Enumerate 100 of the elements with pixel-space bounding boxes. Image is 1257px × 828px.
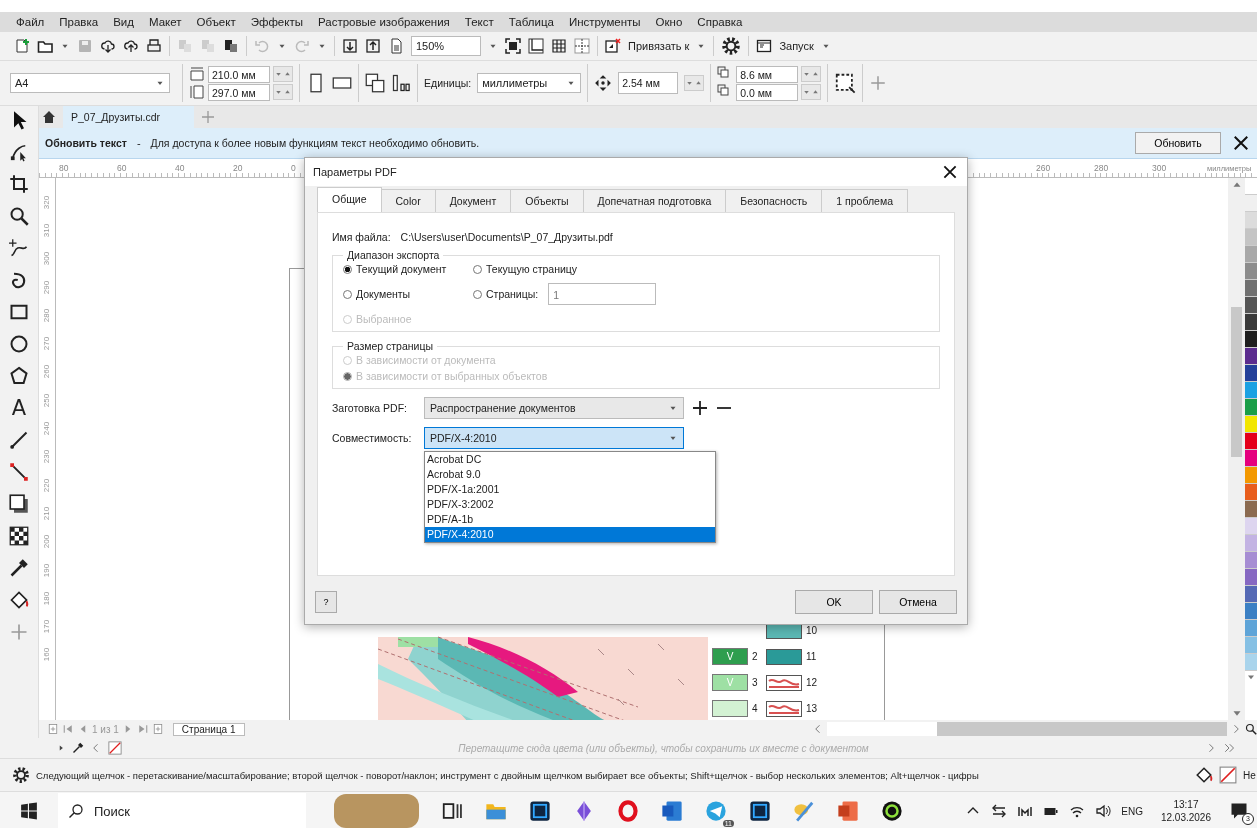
dropdown-option[interactable]: PDF/X-4:2010 [425,527,715,542]
update-button[interactable]: Обновить [1135,132,1221,154]
duplicate-y-field[interactable]: 0.0 мм [736,83,799,101]
menu-item[interactable]: Окно [655,16,683,28]
export-icon[interactable] [365,38,381,54]
checkerboard-icon[interactable] [9,526,29,546]
help-button[interactable]: ? [315,591,337,613]
round-app-icon[interactable] [881,800,903,822]
close-icon[interactable] [941,163,959,181]
language-indicator[interactable]: ENG [1121,805,1143,817]
width-field[interactable]: 210.0 мм [208,65,270,83]
bars-icon[interactable] [391,73,411,93]
document-icon[interactable] [837,800,859,822]
dropdown-option[interactable]: Acrobat 9.0 [425,467,715,482]
scrollbar-thumb[interactable] [937,722,1227,736]
nudge-field[interactable]: 2.54 мм [618,72,679,94]
menu-item[interactable]: Справка [697,16,743,28]
dropdown-option[interactable]: Acrobat DC [425,452,715,467]
menu-item[interactable]: Текст [464,16,494,28]
printer-icon[interactable] [146,38,162,54]
no-fill-icon[interactable] [1219,766,1237,784]
color-swatch[interactable] [1245,263,1257,280]
paste-icon[interactable] [223,38,239,54]
rectangle-icon[interactable] [9,302,29,322]
menu-item[interactable]: Файл [16,16,45,28]
close-icon[interactable] [1231,133,1251,153]
clock-date[interactable]: 12.03.2026 [1160,811,1211,824]
app-tile-icon[interactable] [749,800,771,822]
duplicate-x-field[interactable]: 8.6 мм [736,65,799,83]
first-page-icon[interactable] [62,723,74,735]
page-tab[interactable]: Страница 1 [172,722,245,736]
menu-item[interactable]: Эффекты [250,16,303,28]
menu-item[interactable]: Таблица [508,16,554,28]
color-swatch[interactable] [1245,535,1257,552]
color-swatch[interactable] [1245,552,1257,569]
import-icon[interactable] [342,38,358,54]
color-swatch[interactable] [1245,297,1257,314]
new-document-icon[interactable] [14,38,30,54]
freehand-icon[interactable] [9,238,29,258]
document-tab[interactable]: P_07_Друзиты.cdr [63,106,194,128]
ring-icon[interactable] [617,800,639,822]
menu-item[interactable]: Растровые изображения [317,16,450,28]
frame-icon[interactable] [834,72,857,94]
cancel-button[interactable]: Отмена [879,590,957,614]
app-tile-icon[interactable] [529,800,551,822]
radio-button[interactable] [343,264,352,274]
snap-off-icon[interactable] [605,38,621,54]
radio-button[interactable] [473,264,482,274]
menu-item[interactable]: Инструменты [568,16,641,28]
paper-plane-icon[interactable] [705,800,727,822]
menu-item[interactable]: Макет [148,16,182,28]
task-view-icon[interactable] [441,800,463,822]
zoom-icon[interactable] [9,206,29,226]
color-swatch[interactable] [1245,229,1257,246]
cloud-upload-icon[interactable] [123,38,139,54]
dropdown-option[interactable]: PDF/A-1b [425,512,715,527]
color-swatch[interactable] [1245,637,1257,654]
brush-icon[interactable] [793,800,815,822]
window-icon[interactable] [756,38,773,54]
color-swatch[interactable] [1245,518,1257,535]
guidelines-icon[interactable] [574,38,590,54]
transfer-arrows-icon[interactable] [991,803,1008,819]
cloud-download-icon[interactable] [100,38,116,54]
full-screen-icon[interactable] [505,38,521,54]
dialog-tab[interactable]: Общие [317,187,382,212]
eyedropper-icon[interactable] [72,742,84,754]
color-swatch[interactable] [1245,467,1257,484]
radio-button[interactable] [343,289,352,299]
color-swatch[interactable] [1245,399,1257,416]
color-swatch[interactable] [1245,569,1257,586]
shadow-icon[interactable] [9,494,29,514]
dropdown-option[interactable]: PDF/X-3:2002 [425,497,715,512]
settings-icon[interactable] [721,36,742,56]
grid-icon[interactable] [551,38,567,54]
document-icon[interactable] [661,800,683,822]
dialog-tab[interactable]: 1 проблема [821,189,908,212]
polygon-icon[interactable] [9,366,29,386]
color-swatch[interactable] [1245,195,1257,212]
last-page-icon[interactable] [136,723,149,735]
color-swatch[interactable] [1245,348,1257,365]
color-swatch[interactable] [1245,586,1257,603]
dropdown-option[interactable]: PDF/X-1a:2001 [425,482,715,497]
units-dropdown[interactable]: миллиметры [477,73,582,93]
search-highlight-picture[interactable] [334,794,419,828]
color-swatch[interactable] [1245,603,1257,620]
zoom-dropdown[interactable]: 150% [411,36,481,56]
home-icon[interactable] [41,109,57,125]
crop-icon[interactable] [9,174,29,194]
add-page-icon[interactable] [47,723,59,735]
fill-bucket-icon[interactable] [1195,766,1213,784]
ellipse-icon[interactable] [9,334,29,354]
line-icon[interactable] [9,430,29,450]
color-swatch[interactable] [1245,280,1257,297]
ok-button[interactable]: OK [795,590,873,614]
color-swatch[interactable] [1245,433,1257,450]
color-swatch[interactable] [1245,331,1257,348]
rulers-icon[interactable] [528,38,544,54]
color-swatch[interactable] [1245,246,1257,263]
radio-option[interactable]: Текущую страницу [473,263,578,275]
launch-dropdown[interactable]: Запуск [779,40,814,52]
